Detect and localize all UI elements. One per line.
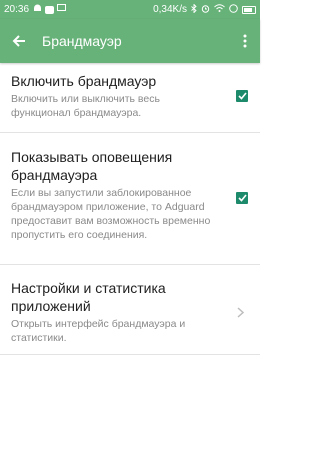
status-time: 20:36	[4, 4, 30, 15]
setting-show-notifications[interactable]: Показывать оповещения брандмауэра Если в…	[0, 133, 260, 265]
copyright-icon	[229, 3, 238, 16]
status-bar: 20:36 0,34K/s	[0, 0, 260, 19]
notification-icon	[45, 5, 55, 14]
setting-enable-firewall[interactable]: Включить брандмауэр Включить или выключи…	[0, 63, 260, 133]
chevron-right-icon	[237, 305, 245, 323]
alarm-icon	[201, 4, 210, 16]
overflow-menu-button[interactable]	[240, 31, 250, 51]
back-button[interactable]	[8, 30, 30, 52]
more-vertical-icon	[243, 34, 247, 48]
network-speed: 0,34K/s	[153, 4, 187, 15]
show-notifications-checkbox[interactable]	[236, 192, 248, 204]
check-icon	[237, 194, 247, 202]
setting-summary: Если вы запустили заблокированное брандм…	[11, 187, 211, 241]
setting-title: Включить брандмауэр	[11, 73, 157, 89]
setting-title: Показывать оповещения брандмауэра	[11, 149, 173, 183]
setting-summary: Включить или выключить весь функционал б…	[11, 93, 160, 119]
page-title: Брандмауэр	[42, 33, 122, 49]
arrow-left-icon	[12, 35, 25, 47]
check-icon	[237, 92, 247, 100]
battery-icon	[242, 5, 256, 14]
setting-app-settings-statistics[interactable]: Настройки и статистика приложений Открыт…	[0, 265, 260, 355]
setting-summary: Открыть интерфейс брандмауэра и статисти…	[11, 318, 186, 344]
message-icon	[57, 4, 67, 15]
wifi-icon	[214, 4, 225, 15]
setting-title: Настройки и статистика приложений	[11, 280, 166, 314]
android-icon	[33, 4, 42, 15]
app-bar: Брандмауэр	[0, 19, 260, 63]
settings-list: Включить брандмауэр Включить или выключи…	[0, 63, 260, 355]
enable-firewall-checkbox[interactable]	[236, 90, 248, 102]
bluetooth-icon	[191, 2, 197, 16]
